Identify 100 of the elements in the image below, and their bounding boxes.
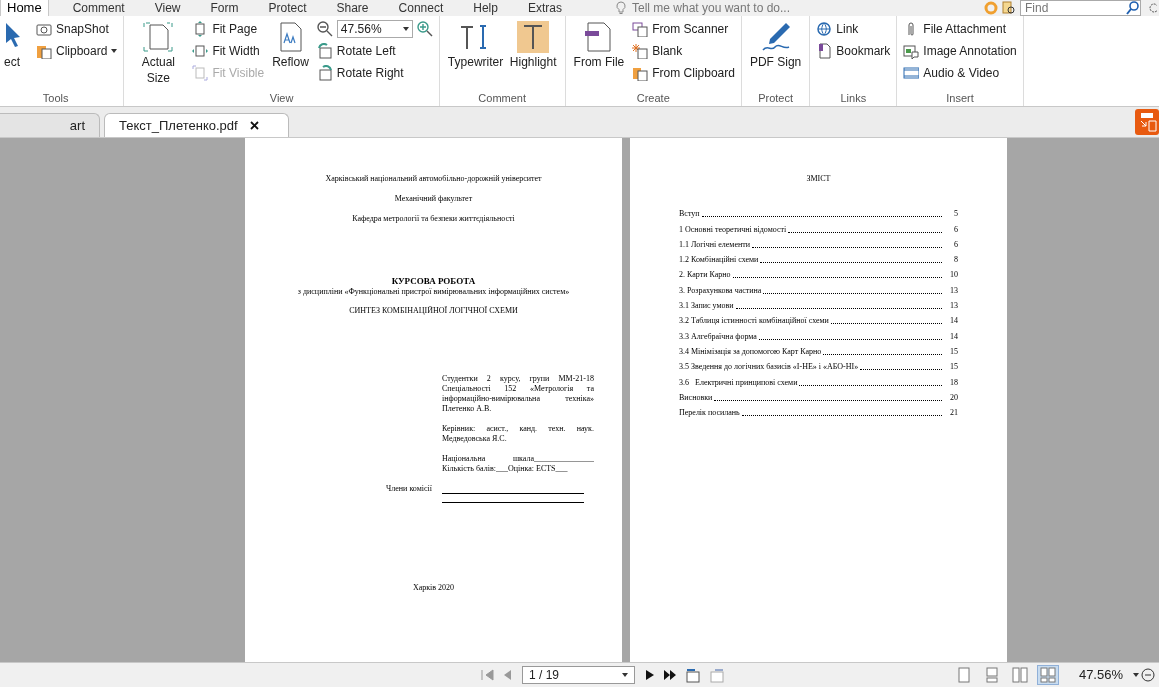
last-page-icon[interactable] bbox=[663, 668, 677, 682]
menu-tab[interactable]: Extras bbox=[521, 0, 568, 16]
ribbon-icon bbox=[192, 43, 209, 59]
page-number: 14 bbox=[949, 331, 958, 342]
next-page-icon[interactable] bbox=[645, 668, 655, 682]
caret-icon bbox=[402, 27, 409, 31]
ribbon-button[interactable]: Highlight bbox=[507, 20, 559, 70]
page-number: 21 bbox=[949, 408, 958, 419]
search-field[interactable]: Tell me what you want to do... bbox=[631, 0, 932, 16]
ribbon-button[interactable]: PDF Sign bbox=[747, 20, 804, 70]
toc-entry[interactable]: 3. Розрахункова частина bbox=[679, 285, 762, 296]
toc-entry[interactable]: 3.3 Алгебраїчна форма bbox=[679, 331, 757, 342]
page-number: 15 bbox=[949, 346, 958, 357]
page-number-field[interactable]: 1 / 19 bbox=[522, 666, 635, 684]
ribbon-button[interactable]: ect bbox=[0, 20, 30, 70]
toc-entry[interactable]: 1 Основні теоретичні відомості bbox=[679, 224, 787, 235]
ribbon-button[interactable]: Blank bbox=[632, 42, 735, 60]
page-number: 13 bbox=[949, 285, 958, 296]
page-number: 8 bbox=[953, 255, 958, 266]
toc-entry[interactable]: 1.1 Логічні елементи bbox=[679, 239, 751, 250]
ribbon-icon bbox=[316, 65, 333, 81]
ribbon-button[interactable]: Audio & Video bbox=[903, 64, 1017, 82]
page-heading: ЗМІСТ bbox=[805, 174, 832, 184]
toc-entry[interactable]: 3.4 Мінімізація за допомогою Карт Карно bbox=[679, 346, 822, 357]
page-number: 20 bbox=[949, 392, 958, 403]
toc-entry[interactable]: 3.5 Зведення до логічних базисів «І-НЕ» і «АБО-НІ» bbox=[679, 362, 859, 373]
page-number: 15 bbox=[949, 362, 958, 373]
menu-tab[interactable]: Form bbox=[204, 0, 245, 16]
group-label: View bbox=[268, 91, 295, 106]
toc-entry[interactable]: 3.2 Таблиця істинності комбінаційної схеми bbox=[679, 316, 829, 327]
toc-entry[interactable]: Вступ bbox=[679, 209, 700, 220]
menu-tab[interactable]: View bbox=[148, 0, 187, 16]
next-view-icon[interactable] bbox=[709, 667, 725, 683]
page-number: 18 bbox=[949, 377, 958, 388]
pdf-conversion-icon[interactable] bbox=[1135, 109, 1159, 135]
page-number: 5 bbox=[953, 209, 958, 220]
zoom-out-icon[interactable] bbox=[316, 21, 333, 37]
document-tab[interactable]: art bbox=[0, 113, 100, 137]
toc-entry[interactable]: Перелік посилань bbox=[679, 408, 740, 419]
ring-icon bbox=[984, 1, 998, 15]
ribbon-button[interactable]: Actual Size bbox=[130, 20, 187, 86]
menu-tab[interactable]: Home bbox=[0, 0, 49, 16]
ribbon-button[interactable]: SnapShot bbox=[36, 20, 118, 38]
toc-entry[interactable]: 3.6 Електричні принципові схеми bbox=[679, 377, 798, 388]
page-number: 6 bbox=[953, 224, 958, 235]
caret-icon bbox=[622, 673, 628, 677]
ribbon-button[interactable]: Rotate Right bbox=[316, 64, 433, 82]
document-tab[interactable]: Текст_Плетенко.pdf bbox=[104, 113, 289, 137]
zoom-level: 47.56% bbox=[1078, 666, 1123, 685]
menu-tab[interactable]: Comment bbox=[66, 0, 131, 16]
ribbon-button[interactable]: Fit Page bbox=[192, 20, 265, 38]
page-paragraph: Студентки 2 курсу, групи ММ-21-18 Спеціальності 152 «Метрологія та інформаційно-вимірювальна техніка» Плетенко А.В. bbox=[442, 374, 594, 414]
ribbon-icon bbox=[816, 43, 833, 59]
ribbon-icon bbox=[316, 43, 333, 59]
zoom-dropdown[interactable]: 47.56% bbox=[336, 20, 413, 38]
previous-page-icon[interactable] bbox=[502, 668, 512, 682]
page-text: Харківський національний автомобільно-дорожній університет bbox=[325, 174, 542, 184]
ribbon-icon bbox=[142, 21, 175, 53]
ribbon-button[interactable]: Reflow bbox=[270, 20, 311, 70]
search-document-icon bbox=[1002, 1, 1016, 15]
zoom-out-icon[interactable] bbox=[1141, 668, 1155, 682]
page-text: Члени комісії bbox=[386, 484, 432, 494]
ribbon-icon bbox=[903, 43, 920, 59]
ribbon-button[interactable]: Rotate Left bbox=[316, 42, 433, 60]
toc-entry[interactable]: 3.1 Запис умови bbox=[679, 301, 734, 312]
caret-icon[interactable] bbox=[1133, 673, 1139, 677]
page-layout-button[interactable] bbox=[1036, 665, 1059, 685]
menu-tab[interactable]: Protect bbox=[262, 0, 313, 16]
ribbon-button[interactable]: Clipboard bbox=[36, 42, 118, 60]
ribbon-button[interactable]: Image Annotation bbox=[903, 42, 1017, 60]
ribbon-button[interactable]: Typewriter bbox=[445, 20, 502, 70]
ribbon-icon bbox=[36, 21, 52, 37]
ribbon-icon bbox=[36, 43, 52, 59]
previous-view-icon[interactable] bbox=[685, 667, 701, 683]
ribbon-icon bbox=[903, 65, 920, 81]
toc-entry[interactable]: 2. Карти Карно bbox=[679, 270, 731, 281]
menu-tab[interactable]: Share bbox=[330, 0, 375, 16]
lightbulb-icon bbox=[615, 1, 626, 15]
ribbon-button[interactable]: Link bbox=[816, 20, 891, 38]
ribbon-icon bbox=[192, 65, 209, 81]
menu-tab[interactable]: Connect bbox=[392, 0, 450, 16]
page-number: 13 bbox=[949, 301, 958, 312]
zoom-in-icon[interactable] bbox=[416, 21, 433, 37]
ribbon-button[interactable]: File Attachment bbox=[903, 20, 1017, 38]
ribbon-button[interactable]: Fit Width bbox=[192, 42, 265, 60]
toc-entry[interactable]: Висновки bbox=[679, 392, 713, 403]
group-label: Create bbox=[635, 91, 671, 106]
page-number: 6 bbox=[953, 239, 958, 250]
ribbon-button[interactable]: From File bbox=[571, 20, 627, 70]
toc-entry[interactable]: 1.2 Комбінаційні схеми bbox=[679, 255, 759, 266]
ribbon-button[interactable]: From Scanner bbox=[632, 20, 735, 38]
page-heading: КУРСОВА РОБОТА bbox=[391, 276, 476, 287]
ribbon-button[interactable]: From Clipboard bbox=[632, 64, 735, 82]
ribbon-icon bbox=[816, 21, 833, 37]
menu-tab[interactable]: Help bbox=[467, 0, 504, 16]
page-number: 10 bbox=[949, 270, 958, 281]
ribbon-icon bbox=[759, 21, 792, 53]
first-page-icon[interactable] bbox=[480, 668, 494, 682]
close-icon[interactable] bbox=[249, 121, 259, 130]
ribbon-button[interactable]: Bookmark bbox=[816, 42, 891, 60]
